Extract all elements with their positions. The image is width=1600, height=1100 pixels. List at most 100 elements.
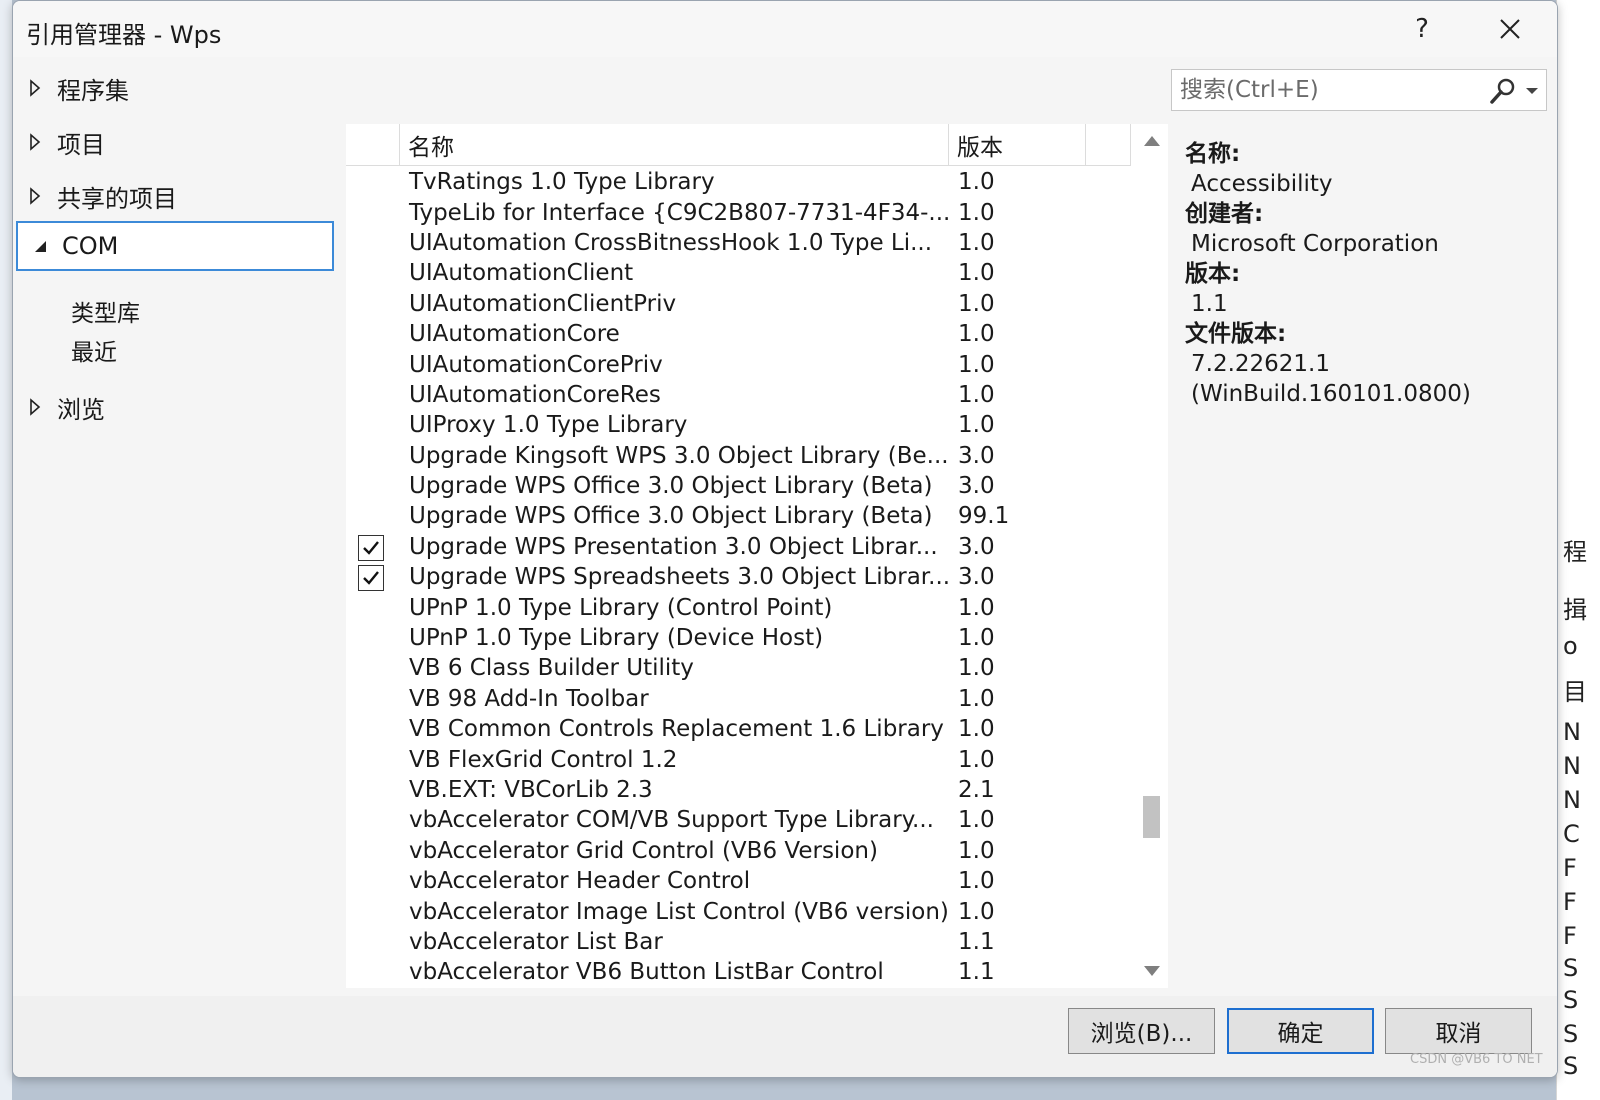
- row-name: UPnP 1.0 Type Library (Device Host): [409, 625, 824, 652]
- search-box: [1171, 69, 1547, 111]
- column-header-check[interactable]: [346, 124, 400, 166]
- row-name: UIAutomation CrossBitnessHook 1.0 Type L…: [409, 229, 933, 256]
- help-button[interactable]: ?: [1399, 11, 1445, 47]
- reference-checkbox[interactable]: [358, 534, 384, 561]
- row-version: 1.0: [958, 685, 995, 712]
- row-version: 1.1: [958, 928, 995, 955]
- detail-file-version-label: 文件版本:: [1185, 321, 1287, 347]
- nav-sub-item-type-libraries[interactable]: 类型库: [71, 294, 140, 328]
- nav-item-label: COM: [62, 232, 119, 260]
- row-name: UIProxy 1.0 Type Library: [409, 412, 688, 439]
- nav-sub-item-recent[interactable]: 最近: [71, 333, 117, 367]
- row-version: 1.0: [958, 746, 995, 773]
- list-row[interactable]: vbAccelerator COM/VB Support Type Librar…: [346, 805, 1131, 835]
- nav-item-label: 程序集: [57, 76, 129, 105]
- row-version: 1.0: [958, 351, 995, 378]
- row-version: 1.0: [958, 199, 995, 226]
- list-row[interactable]: UPnP 1.0 Type Library (Control Point) 1.0: [346, 592, 1131, 622]
- list-row[interactable]: VB 6 Class Builder Utility 1.0: [346, 653, 1131, 683]
- list-row[interactable]: VB FlexGrid Control 1.2 1.0: [346, 744, 1131, 774]
- expand-arrow-icon[interactable]: [13, 398, 57, 416]
- list-row[interactable]: vbAccelerator Header Control 1.0: [346, 866, 1131, 896]
- background-text: 目: [1563, 678, 1587, 706]
- list-row[interactable]: UIAutomationCoreRes 1.0: [346, 380, 1131, 410]
- scroll-thumb[interactable]: [1143, 796, 1160, 838]
- cancel-button[interactable]: 取消: [1385, 1008, 1532, 1054]
- row-name: Upgrade WPS Office 3.0 Object Library (B…: [409, 473, 933, 500]
- expand-arrow-icon[interactable]: [13, 187, 57, 205]
- list-row[interactable]: TvRatings 1.0 Type Library 1.0: [346, 167, 1131, 197]
- row-version: 1.0: [958, 898, 995, 925]
- nav-item-label: 浏览: [57, 395, 105, 424]
- row-version: 1.0: [958, 321, 995, 348]
- list-row[interactable]: vbAccelerator Grid Control (VB6 Version)…: [346, 836, 1131, 866]
- title-bar: 引用管理器 - Wps ?: [13, 1, 1557, 57]
- vertical-scrollbar[interactable]: [1141, 124, 1165, 988]
- list-row[interactable]: VB 98 Add-In Toolbar 1.0: [346, 684, 1131, 714]
- row-version: 1.0: [958, 655, 995, 682]
- scroll-up-arrow-icon[interactable]: [1144, 136, 1160, 146]
- close-button[interactable]: [1487, 11, 1533, 47]
- list-row[interactable]: VB.EXT: VBCorLib 2.3 2.1: [346, 775, 1131, 805]
- list-row[interactable]: vbAccelerator List Bar 1.1: [346, 927, 1131, 957]
- list-row[interactable]: Upgrade WPS Spreadsheets 3.0 Object Libr…: [346, 562, 1131, 592]
- nav-tree: 程序集 项目 共享的项目 COM 类型库 最近 浏览: [13, 61, 343, 461]
- row-version: 3.0: [958, 473, 995, 500]
- nav-item-shared-projects[interactable]: 共享的项目: [13, 171, 343, 221]
- browse-button[interactable]: 浏览(B)...: [1068, 1008, 1215, 1054]
- list-row[interactable]: UIAutomationClient 1.0: [346, 258, 1131, 288]
- column-header-name[interactable]: 名称: [400, 124, 949, 166]
- row-name: vbAccelerator Header Control: [409, 868, 751, 895]
- expand-arrow-icon[interactable]: [13, 133, 57, 151]
- list-header: 名称 版本: [346, 124, 1131, 166]
- row-name: Upgrade WPS Presentation 3.0 Object Libr…: [409, 533, 938, 560]
- search-icon[interactable]: [1488, 76, 1518, 106]
- list-row[interactable]: UIAutomation CrossBitnessHook 1.0 Type L…: [346, 228, 1131, 258]
- row-name: TvRatings 1.0 Type Library: [409, 169, 715, 196]
- nav-item-projects[interactable]: 项目: [13, 117, 343, 167]
- list-row[interactable]: VB Common Controls Replacement 1.6 Libra…: [346, 714, 1131, 744]
- list-row[interactable]: UIAutomationCorePriv 1.0: [346, 349, 1131, 379]
- ok-button[interactable]: 确定: [1227, 1008, 1374, 1054]
- collapse-arrow-icon[interactable]: [18, 239, 62, 253]
- row-name: VB FlexGrid Control 1.2: [409, 746, 678, 773]
- list-row[interactable]: UPnP 1.0 Type Library (Device Host) 1.0: [346, 623, 1131, 653]
- background-text: 揖: [1563, 596, 1587, 624]
- nav-item-assemblies[interactable]: 程序集: [13, 63, 343, 113]
- row-name: UIAutomationCore: [409, 321, 620, 348]
- row-version: 1.0: [958, 169, 995, 196]
- list-row[interactable]: Upgrade WPS Office 3.0 Object Library (B…: [346, 501, 1131, 531]
- row-version: 1.0: [958, 381, 995, 408]
- list-row[interactable]: UIAutomationCore 1.0: [346, 319, 1131, 349]
- scroll-down-arrow-icon[interactable]: [1144, 966, 1160, 976]
- list-row[interactable]: Upgrade Kingsoft WPS 3.0 Object Library …: [346, 441, 1131, 471]
- detail-creator-label: 创建者:: [1185, 201, 1264, 227]
- nav-item-browse[interactable]: 浏览: [13, 382, 343, 432]
- background-text: N: [1563, 752, 1581, 780]
- close-icon: [1500, 19, 1520, 39]
- detail-version-label: 版本:: [1185, 261, 1241, 287]
- list-row[interactable]: vbAccelerator Image List Control (VB6 ve…: [346, 896, 1131, 926]
- row-version: 1.0: [958, 625, 995, 652]
- detail-file-version-build: (WinBuild.160101.0800): [1191, 381, 1471, 407]
- background-text: S: [1563, 1020, 1579, 1048]
- list-row[interactable]: Upgrade WPS Office 3.0 Object Library (B…: [346, 471, 1131, 501]
- nav-item-label: 项目: [57, 130, 105, 159]
- search-input[interactable]: [1172, 77, 1472, 103]
- list-row[interactable]: Upgrade WPS Presentation 3.0 Object Libr…: [346, 532, 1131, 562]
- checkmark-icon: [363, 540, 379, 555]
- list-row[interactable]: vbAccelerator VB6 Button ListBar Control…: [346, 957, 1131, 987]
- reference-checkbox[interactable]: [358, 565, 384, 592]
- list-row[interactable]: UIProxy 1.0 Type Library 1.0: [346, 410, 1131, 440]
- list-row[interactable]: TypeLib for Interface {C9C2B807-7731-4F3…: [346, 197, 1131, 227]
- search-options-dropdown-icon[interactable]: [1526, 88, 1538, 94]
- expand-arrow-icon[interactable]: [13, 79, 57, 97]
- row-name: Upgrade WPS Office 3.0 Object Library (B…: [409, 503, 933, 530]
- row-name: TypeLib for Interface {C9C2B807-7731-4F3…: [409, 199, 951, 226]
- row-name: vbAccelerator Grid Control (VB6 Version): [409, 837, 878, 864]
- nav-item-com[interactable]: COM: [16, 221, 334, 271]
- detail-name-label: 名称:: [1185, 141, 1241, 167]
- list-row[interactable]: UIAutomationClientPriv 1.0: [346, 289, 1131, 319]
- column-header-version[interactable]: 版本: [949, 124, 1086, 166]
- row-name: Upgrade Kingsoft WPS 3.0 Object Library …: [409, 442, 949, 469]
